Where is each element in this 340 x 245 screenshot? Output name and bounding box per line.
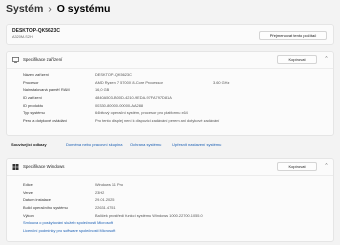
windows-specs-card: Specifikace Windows Kopírovat ⌃ Edice Wi… [6, 158, 334, 242]
spec-key: Typ systému [23, 110, 45, 116]
spec-value: 29.01.2025 [95, 197, 115, 203]
copy-windows-specs-button[interactable]: Kopírovat [277, 162, 317, 171]
related-links: Souvisejicí odkazy Doména nebo pracovní … [6, 139, 334, 151]
related-links-label: Souvisejicí odkazy [11, 142, 47, 147]
spec-value: 64bitový operační systém, procesor pro p… [95, 110, 188, 116]
link-advanced-system-settings[interactable]: Upřesnit nastavení systému [172, 142, 221, 147]
spec-row: Edice Windows 11 Pro [23, 182, 323, 190]
chevron-up-icon[interactable]: ⌃ [323, 163, 330, 170]
spec-key: Výkon [23, 212, 34, 218]
spec-value: Pro tento displej není k dispozici zadáv… [95, 118, 220, 124]
device-specs-list: Název zařízení DESKTOP-QK5623C Procesor … [23, 72, 323, 126]
spec-row: ID produktu 00330-80000-00000-AA288 [23, 103, 323, 111]
spec-value: DESKTOP-QK5623C [95, 72, 132, 77]
link-domain-workgroup[interactable]: Doména nebo pracovní skupina [66, 142, 122, 147]
spec-value: 4840A503-B00D-4210-9EDA-97FA797D81A [95, 95, 172, 101]
spec-row: Pero a dotykové ovládání Pro tento displ… [23, 118, 323, 126]
spec-row: ID zařízení 4840A503-B00D-4210-9EDA-97FA… [23, 95, 323, 103]
spec-key: Nainstalovaná paměť RAM [23, 87, 70, 93]
spec-value: 22631.4751 [95, 205, 116, 211]
device-specs-title: Specifikace zařízení [23, 57, 63, 62]
spec-row: Verze 23H2 [23, 190, 323, 198]
spec-row: Název zařízení DESKTOP-QK5623C [23, 72, 323, 80]
spec-key: Název zařízení [23, 72, 49, 77]
device-specs-card: Specifikace zařízení Kopírovat ⌃ Název z… [6, 51, 334, 136]
windows-specs-header[interactable]: Specifikace Windows Kopírovat ⌃ [7, 159, 333, 176]
spec-key: ID produktu [23, 102, 44, 108]
spec-row: Datum instalace 29.01.2025 [23, 197, 323, 205]
spec-key: Build operačního systému [23, 205, 68, 211]
spec-key: Datum instalace [23, 197, 51, 203]
spec-value: 00330-80000-00000-AA288 [95, 102, 144, 108]
windows-specs-title: Specifikace Windows [23, 164, 65, 169]
spec-key: Pero a dotykové ovládání [23, 118, 67, 124]
rename-pc-button[interactable]: Přejmenovat tento počítač [259, 31, 327, 40]
breadcrumb-system[interactable]: Systém [6, 3, 43, 15]
spec-extra: 3.60 GHz [213, 79, 230, 85]
page-title: O systému [56, 3, 111, 15]
windows-logo-icon [12, 164, 19, 170]
spec-key: Procesor [23, 79, 39, 85]
spec-key: Edice [23, 182, 33, 187]
spec-value: AMD Ryzen 7 5700X 8-Core Processor [95, 79, 163, 85]
spec-key: ID zařízení [23, 95, 42, 101]
chevron-up-icon[interactable]: ⌃ [323, 56, 330, 63]
device-name: DESKTOP-QK5623C [12, 28, 60, 34]
device-model: A320M-S2H [12, 35, 33, 39]
spec-value: 23H2 [95, 189, 105, 195]
link-microsoft-services-agreement[interactable]: Smlouva o poskytování služeb společnosti… [23, 220, 323, 227]
spec-row: Výkon Balíček prostředí funkcí systému W… [23, 213, 323, 221]
breadcrumb: Systém › O systému [6, 3, 110, 15]
spec-row: Nainstalovaná paměť RAM 16,0 GB [23, 87, 323, 95]
spec-value: Windows 11 Pro [95, 182, 124, 187]
device-specs-header[interactable]: Specifikace zařízení Kopírovat ⌃ [7, 52, 333, 69]
spec-key: Verze [23, 189, 33, 195]
spec-value: 16,0 GB [95, 87, 110, 93]
spec-row: Typ systému 64bitový operační systém, pr… [23, 110, 323, 118]
link-microsoft-license-terms[interactable]: Licenční podmínky pro software společnos… [23, 228, 323, 235]
spec-row: Build operačního systému 22631.4751 [23, 205, 323, 213]
spec-value: Balíček prostředí funkcí systému Windows… [95, 212, 203, 218]
windows-specs-list: Edice Windows 11 Pro Verze 23H2 Datum in… [23, 182, 323, 235]
monitor-icon [12, 57, 19, 63]
spec-row: Procesor AMD Ryzen 7 5700X 8-Core Proces… [23, 80, 323, 88]
breadcrumb-separator: › [48, 3, 52, 15]
copy-device-specs-button[interactable]: Kopírovat [277, 55, 317, 64]
link-system-protection[interactable]: Ochrana systému [130, 142, 161, 147]
device-name-card: DESKTOP-QK5623C A320M-S2H Přejmenovat te… [6, 24, 334, 45]
